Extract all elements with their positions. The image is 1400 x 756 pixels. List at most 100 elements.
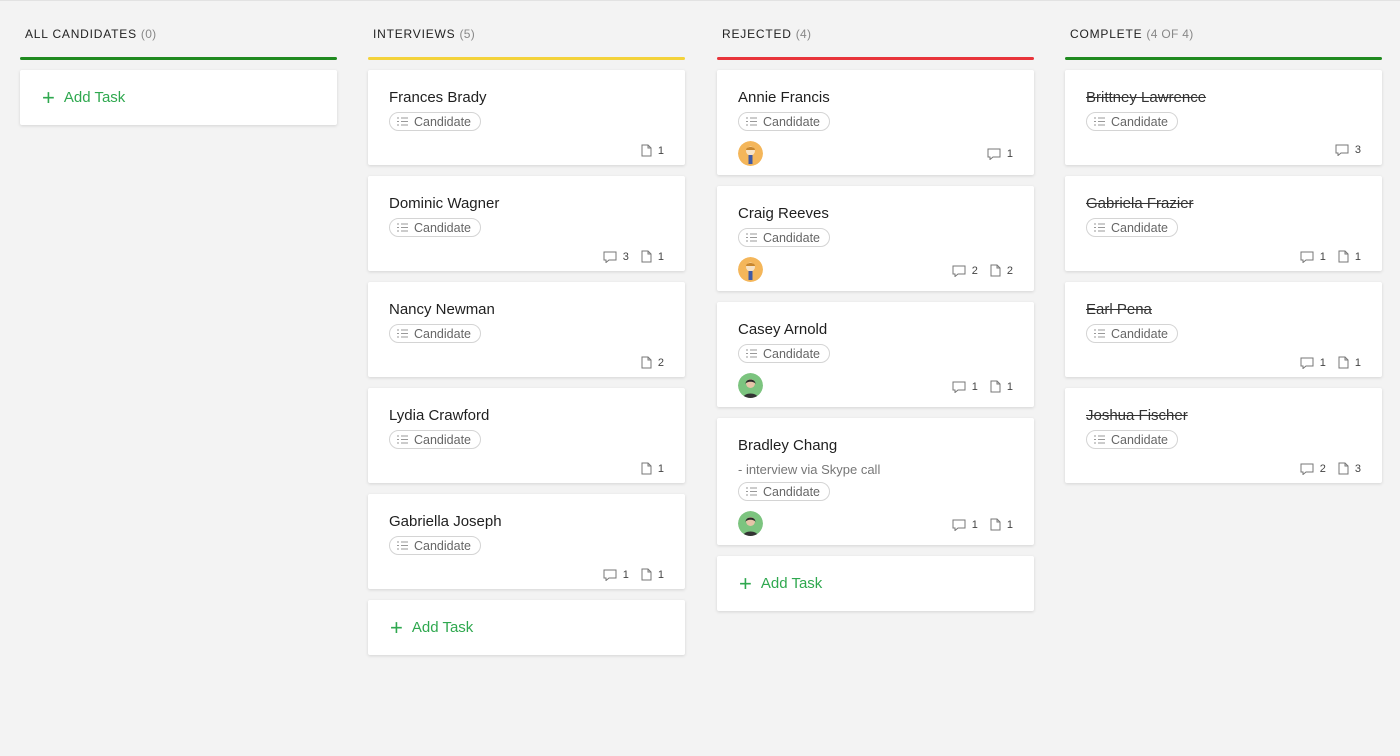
tag-row: Candidate <box>389 215 664 237</box>
file-icon <box>641 144 652 157</box>
task-card[interactable]: Dominic Wagner Candidate 3 1 <box>368 176 685 271</box>
list-icon <box>746 349 757 358</box>
comment-count[interactable]: 1 <box>1300 250 1326 263</box>
attachment-count[interactable]: 1 <box>641 250 664 263</box>
candidate-tag[interactable]: Candidate <box>389 218 481 237</box>
comment-icon <box>1335 144 1349 156</box>
comment-count[interactable]: 2 <box>1300 462 1326 475</box>
candidate-tag[interactable]: Candidate <box>389 430 481 449</box>
task-card[interactable]: Joshua Fischer Candidate 2 3 <box>1065 388 1382 483</box>
column-color-bar <box>368 57 685 60</box>
comment-count[interactable]: 2 <box>952 264 978 277</box>
card-footer: 11 <box>389 555 664 589</box>
candidate-tag[interactable]: Candidate <box>1086 324 1178 343</box>
task-card[interactable]: Annie Francis Candidate 1 <box>717 70 1034 175</box>
attachment-count[interactable]: 3 <box>1338 462 1361 475</box>
comment-count-value: 1 <box>1319 250 1326 263</box>
tag-row: Candidate <box>1086 109 1361 131</box>
comment-icon <box>603 569 617 581</box>
comment-count[interactable]: 1 <box>1300 356 1326 369</box>
task-card[interactable]: Gabriella Joseph Candidate 1 1 <box>368 494 685 589</box>
file-icon <box>1338 356 1349 369</box>
tag-row: Candidate <box>738 109 1013 131</box>
card-title: Frances Brady <box>389 89 487 106</box>
candidate-tag[interactable]: Candidate <box>389 112 481 131</box>
add-task-button[interactable]: + Add Task <box>368 600 685 655</box>
column-rejected: REJECTED (4) Annie Francis Candidate 1 Craig … <box>717 1 1034 611</box>
candidate-tag[interactable]: Candidate <box>738 344 830 363</box>
card-footer: 22 <box>738 247 1013 291</box>
attachment-count[interactable]: 1 <box>990 380 1013 393</box>
column-count: (5) <box>459 27 476 41</box>
tag-label: Candidate <box>763 114 820 129</box>
avatar[interactable] <box>738 141 763 166</box>
card-title: Gabriella Joseph <box>389 513 502 530</box>
candidate-tag[interactable]: Candidate <box>738 482 830 501</box>
attachment-count-value: 2 <box>657 356 664 369</box>
attachment-count[interactable]: 1 <box>990 518 1013 531</box>
comment-count[interactable]: 1 <box>603 568 629 581</box>
attachment-count-value: 2 <box>1006 264 1013 277</box>
card-title: Annie Francis <box>738 89 830 106</box>
task-card[interactable]: Bradley Chang - interview via Skype call C… <box>717 418 1034 545</box>
task-card[interactable]: Gabriela Frazier Candidate 1 1 <box>1065 176 1382 271</box>
avatar[interactable] <box>738 373 763 398</box>
attachment-count[interactable]: 1 <box>1338 250 1361 263</box>
task-card[interactable]: Lydia Crawford Candidate 1 <box>368 388 685 483</box>
attachment-count[interactable]: 1 <box>641 568 664 581</box>
attachment-count[interactable]: 1 <box>641 462 664 475</box>
tag-row: Candidate <box>1086 215 1361 237</box>
attachment-count[interactable]: 1 <box>641 144 664 157</box>
list-icon <box>1094 329 1105 338</box>
candidate-tag[interactable]: Candidate <box>389 324 481 343</box>
task-card[interactable]: Earl Pena Candidate 1 1 <box>1065 282 1382 377</box>
candidate-tag[interactable]: Candidate <box>738 228 830 247</box>
attachment-count-value: 1 <box>657 568 664 581</box>
comment-icon <box>1300 463 1314 475</box>
card-footer: 1 <box>389 131 664 165</box>
comment-icon <box>952 381 966 393</box>
tag-label: Candidate <box>763 346 820 361</box>
candidate-tag[interactable]: Candidate <box>1086 430 1178 449</box>
file-icon <box>990 380 1001 393</box>
candidate-tag[interactable]: Candidate <box>389 536 481 555</box>
attachment-count-value: 1 <box>1354 356 1361 369</box>
task-card[interactable]: Frances Brady Candidate 1 <box>368 70 685 165</box>
comment-count-value: 3 <box>1354 144 1361 156</box>
comment-count[interactable]: 3 <box>603 250 629 263</box>
add-task-button[interactable]: + Add Task <box>20 70 337 125</box>
tag-label: Candidate <box>414 114 471 129</box>
list-icon <box>746 117 757 126</box>
candidate-tag[interactable]: Candidate <box>1086 218 1178 237</box>
add-task-button[interactable]: + Add Task <box>717 556 1034 611</box>
tag-label: Candidate <box>414 220 471 235</box>
column-count: (0) <box>140 27 157 41</box>
tag-row: Candidate <box>1086 427 1361 449</box>
card-meta: 1 <box>987 148 1013 160</box>
candidate-tag[interactable]: Candidate <box>1086 112 1178 131</box>
comment-count[interactable]: 1 <box>987 148 1013 160</box>
plus-icon: + <box>390 614 403 640</box>
card-meta: 1 <box>641 144 664 157</box>
task-card[interactable]: Casey Arnold Candidate 1 1 <box>717 302 1034 407</box>
avatar[interactable] <box>738 511 763 536</box>
task-card[interactable]: Brittney Lawrence Candidate 3 <box>1065 70 1382 165</box>
tag-label: Candidate <box>1111 432 1168 447</box>
task-card[interactable]: Craig Reeves Candidate 2 2 <box>717 186 1034 291</box>
card-footer: 1 <box>389 449 664 483</box>
candidate-tag[interactable]: Candidate <box>738 112 830 131</box>
comment-count[interactable]: 1 <box>952 380 978 393</box>
card-title: Joshua Fischer <box>1086 407 1188 424</box>
card-meta: 31 <box>603 250 664 263</box>
plus-icon: + <box>739 570 752 596</box>
comment-count-value: 1 <box>1006 148 1013 160</box>
attachment-count[interactable]: 2 <box>641 356 664 369</box>
tag-row: Candidate <box>738 479 1013 501</box>
tag-label: Candidate <box>1111 326 1168 341</box>
avatar[interactable] <box>738 257 763 282</box>
attachment-count[interactable]: 1 <box>1338 356 1361 369</box>
attachment-count[interactable]: 2 <box>990 264 1013 277</box>
comment-count[interactable]: 1 <box>952 518 978 531</box>
task-card[interactable]: Nancy Newman Candidate 2 <box>368 282 685 377</box>
comment-count[interactable]: 3 <box>1335 144 1361 156</box>
